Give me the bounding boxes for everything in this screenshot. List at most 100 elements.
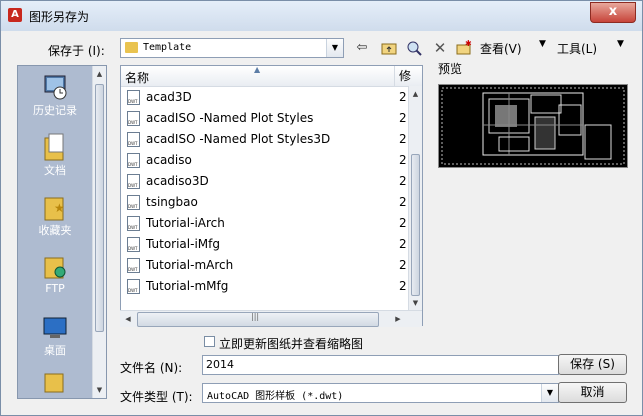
save-button[interactable]: 保存 (S) xyxy=(558,354,627,375)
column-name[interactable]: 名称 xyxy=(125,69,149,86)
location-combo[interactable]: Template ▼ xyxy=(120,38,344,58)
search-web-icon[interactable] xyxy=(406,40,422,56)
location-value: Template xyxy=(143,42,192,53)
scroll-up-icon[interactable]: ▲ xyxy=(409,86,422,102)
chevron-down-icon[interactable]: ▼ xyxy=(541,384,558,402)
file-date: 2 xyxy=(399,216,407,230)
filename-input[interactable]: 2014 xyxy=(202,355,559,375)
close-button[interactable]: x xyxy=(590,2,636,23)
update-thumbnail-label[interactable]: 立即更新图纸并查看缩略图 xyxy=(219,335,363,352)
place-label: 收藏夹 xyxy=(38,224,72,237)
file-date: 2 xyxy=(399,279,407,293)
dwt-file-icon xyxy=(127,258,140,273)
place-extra[interactable] xyxy=(18,370,92,400)
place-label: FTP xyxy=(45,282,65,295)
file-name: tsingbao xyxy=(146,195,198,209)
back-icon[interactable]: ⇦ xyxy=(354,40,370,56)
dwt-file-icon xyxy=(127,195,140,210)
file-name: Tutorial-mArch xyxy=(146,258,234,272)
title-bar[interactable]: A 图形另存为 x xyxy=(1,1,642,31)
list-item[interactable]: acadiso3D 2 xyxy=(127,172,417,193)
scroll-down-icon[interactable]: ▼ xyxy=(93,382,106,398)
preview-label: 预览 xyxy=(438,62,463,76)
filetype-select[interactable]: AutoCAD 图形样板 (*.dwt) ▼ xyxy=(202,383,559,403)
list-item[interactable]: acadiso 2 xyxy=(127,151,417,172)
tools-dropdown-icon[interactable]: ▼ xyxy=(617,39,624,49)
place-ftp[interactable]: FTP xyxy=(18,252,92,295)
chevron-down-icon[interactable]: ▼ xyxy=(326,39,343,57)
scroll-down-icon[interactable]: ▼ xyxy=(409,295,422,311)
new-folder-icon[interactable]: ✱ xyxy=(456,39,472,56)
filename-value: 2014 xyxy=(206,358,234,371)
list-item[interactable]: acad3D 2 xyxy=(127,88,417,109)
list-header: 名称 ▲ 修 xyxy=(121,66,422,87)
view-menu[interactable]: 查看(V) xyxy=(480,40,522,57)
list-item[interactable]: acadISO -Named Plot Styles3D 2 xyxy=(127,130,417,151)
scroll-left-icon[interactable]: ◀ xyxy=(120,311,136,327)
scroll-up-icon[interactable]: ▲ xyxy=(93,66,106,82)
dwt-file-icon xyxy=(127,153,140,168)
up-folder-icon[interactable] xyxy=(381,40,397,56)
file-date: 2 xyxy=(399,132,407,146)
documents-icon xyxy=(42,132,68,162)
place-history[interactable]: 历史记录 xyxy=(18,72,92,118)
dwt-file-icon xyxy=(127,174,140,189)
place-desktop[interactable]: 桌面 xyxy=(18,312,92,358)
svg-text:✱: ✱ xyxy=(465,40,472,48)
list-item[interactable]: Tutorial-mArch 2 xyxy=(127,256,417,277)
file-name: acadiso xyxy=(146,153,192,167)
file-name: acadISO -Named Plot Styles3D xyxy=(146,132,331,146)
column-modified[interactable]: 修 xyxy=(394,66,411,86)
place-label: 桌面 xyxy=(44,344,66,357)
list-item[interactable]: Tutorial-iMfg 2 xyxy=(127,235,417,256)
dwt-file-icon xyxy=(127,111,140,126)
history-icon xyxy=(42,72,68,102)
scroll-thumb[interactable] xyxy=(137,312,379,327)
folder-icon xyxy=(125,42,138,53)
delete-icon[interactable]: ✕ xyxy=(432,40,448,56)
tools-menu[interactable]: 工具(L) xyxy=(557,40,597,57)
file-list-vscroll[interactable]: ▲ ▼ xyxy=(408,86,422,311)
scroll-thumb[interactable] xyxy=(411,154,420,296)
file-list-hscroll[interactable]: ◀ ▶ xyxy=(120,310,422,327)
place-documents[interactable]: 文档 xyxy=(18,132,92,178)
autocad-logo-icon: A xyxy=(8,8,22,22)
place-favorites[interactable]: ★ 收藏夹 xyxy=(18,192,92,238)
list-item[interactable]: acadISO -Named Plot Styles 2 xyxy=(127,109,417,130)
file-date: 2 xyxy=(399,174,407,188)
filename-label: 文件名 (N): xyxy=(120,361,183,375)
file-name: Tutorial-mMfg xyxy=(146,279,229,293)
file-name: acad3D xyxy=(146,90,192,104)
sort-ascending-icon: ▲ xyxy=(254,65,261,74)
save-as-dialog: A 图形另存为 x 保存于 (I): Template ▼ ⇦ ✕ ✱ 查看(V… xyxy=(0,0,643,416)
view-dropdown-icon[interactable]: ▼ xyxy=(539,39,546,49)
dwt-file-icon xyxy=(127,237,140,252)
file-name: Tutorial-iArch xyxy=(146,216,225,230)
file-name: Tutorial-iMfg xyxy=(146,237,220,251)
list-item[interactable]: tsingbao 2 xyxy=(127,193,417,214)
file-date: 2 xyxy=(399,153,407,167)
scroll-right-icon[interactable]: ▶ xyxy=(390,311,406,327)
desktop-icon xyxy=(42,312,68,342)
file-name: acadISO -Named Plot Styles xyxy=(146,111,314,125)
file-list: 名称 ▲ 修 acad3D 2 acadISO -Named Plot Style… xyxy=(120,65,423,326)
place-label: 历史记录 xyxy=(33,104,77,117)
file-date: 2 xyxy=(399,111,407,125)
file-date: 2 xyxy=(399,237,407,251)
file-name: acadiso3D xyxy=(146,174,209,188)
list-item[interactable]: Tutorial-iArch 2 xyxy=(127,214,417,235)
update-thumbnail-checkbox[interactable] xyxy=(204,336,215,347)
preview-image xyxy=(438,84,628,168)
file-date: 2 xyxy=(399,90,407,104)
cancel-button[interactable]: 取消 xyxy=(558,382,627,403)
place-label: 文档 xyxy=(44,164,66,177)
favorites-icon: ★ xyxy=(42,192,68,222)
dwt-file-icon xyxy=(127,216,140,231)
list-item[interactable]: Tutorial-mMfg 2 xyxy=(127,277,417,298)
dwt-file-icon xyxy=(127,90,140,105)
window-title: 图形另存为 xyxy=(29,10,90,24)
scroll-thumb[interactable] xyxy=(95,84,104,332)
places-scrollbar[interactable]: ▲ ▼ xyxy=(92,66,106,398)
location-label: 保存于 (I): xyxy=(48,44,105,58)
svg-text:★: ★ xyxy=(54,201,65,215)
